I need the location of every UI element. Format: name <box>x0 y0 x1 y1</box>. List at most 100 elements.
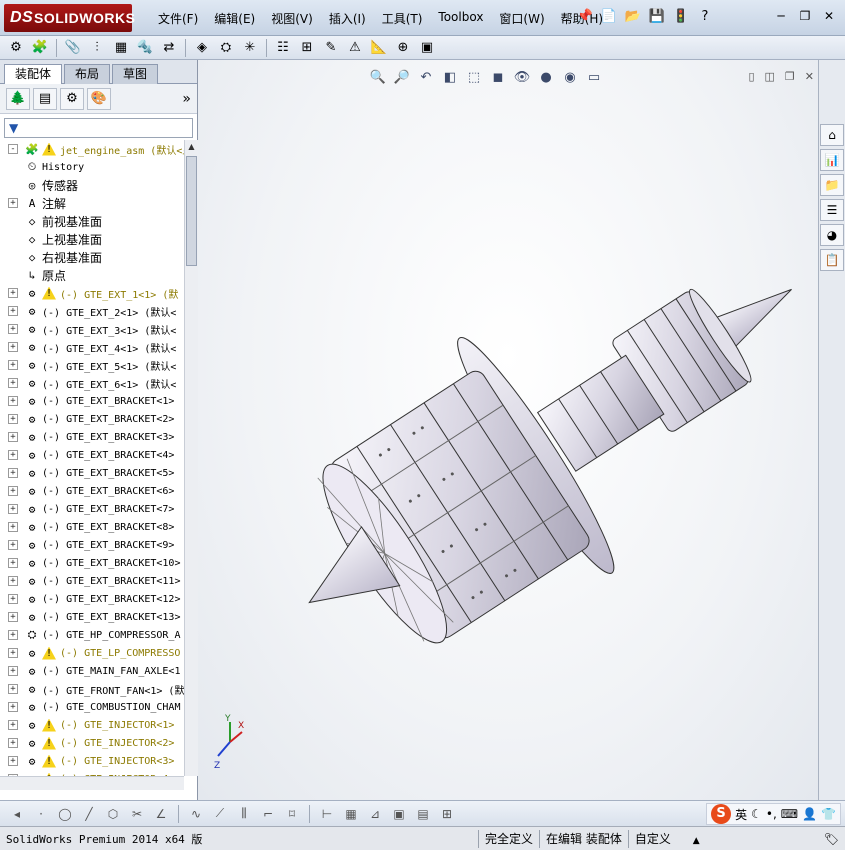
expand-plus-icon[interactable]: + <box>8 432 18 442</box>
menu-window[interactable]: 窗口(W) <box>491 8 552 29</box>
menu-view[interactable]: 视图(V) <box>263 8 321 29</box>
expand-plus-icon[interactable]: + <box>8 648 18 658</box>
expand-plus-icon[interactable]: + <box>8 756 18 766</box>
home-icon[interactable]: ⌂ <box>820 124 844 146</box>
assembly-feature-icon[interactable]: 🧩 <box>30 38 50 58</box>
interference-detection-icon[interactable]: ⚠ <box>345 38 365 58</box>
move-component-icon[interactable]: ⇄ <box>159 38 179 58</box>
menu-tools[interactable]: 工具(T) <box>374 8 431 29</box>
table-icon[interactable]: ⊞ <box>438 805 456 823</box>
tree-row[interactable]: + ⚙ (-) GTE_EXT_BRACKET<12> <box>0 590 184 608</box>
expand-plus-icon[interactable]: + <box>8 558 18 568</box>
clearance-verification-icon[interactable]: 📐 <box>369 38 389 58</box>
rebuild-traffic-light-icon[interactable]: 🚦 <box>671 6 691 26</box>
insert-component-icon[interactable]: ⚙ <box>6 38 26 58</box>
expand-plus-icon[interactable]: + <box>8 720 18 730</box>
tree-row[interactable]: + ⚙ (-) GTE_FRONT_FAN<1> (默 <box>0 680 184 698</box>
scroll-left-icon[interactable]: ◂ <box>8 805 26 823</box>
exploded-view-icon[interactable]: ⊞ <box>297 38 317 58</box>
tree-row[interactable]: + ⚙ (-) GTE_EXT_3<1> (默认< <box>0 320 184 338</box>
tree-row[interactable]: + ⚙ (-) GTE_COMBUSTION_CHAM <box>0 698 184 716</box>
expand-plus-icon[interactable]: + <box>8 594 18 604</box>
expand-plus-icon[interactable]: + <box>8 738 18 748</box>
smart-fasteners-icon[interactable]: 🔩 <box>135 38 155 58</box>
tree-vertical-scrollbar[interactable]: ▲ <box>184 140 198 776</box>
tree-row[interactable]: + ⚙! (-) GTE_INJECTOR<1> <box>0 716 184 734</box>
tree-row[interactable]: + ⚙ (-) GTE_EXT_2<1> (默认< <box>0 302 184 320</box>
relation-icon[interactable]: ⊿ <box>366 805 384 823</box>
expand-plus-icon[interactable]: + <box>8 306 18 316</box>
tree-row[interactable]: + ⚙ (-) GTE_EXT_BRACKET<10> <box>0 554 184 572</box>
ime-moon-icon[interactable]: ☾ <box>751 807 762 821</box>
tree-row[interactable]: + ⚙ (-) GTE_EXT_BRACKET<13> <box>0 608 184 626</box>
corner-rectangle-icon[interactable]: ⌐ <box>259 805 277 823</box>
menu-file[interactable]: 文件(F) <box>150 8 206 29</box>
dimension-icon[interactable]: ⊢ <box>318 805 336 823</box>
expand-plus-icon[interactable]: + <box>8 414 18 424</box>
close-icon[interactable]: ✕ <box>821 8 837 24</box>
mate-icon[interactable]: ⫶ <box>87 38 107 58</box>
graphics-area[interactable]: 🔍 🔎 ↶ ◧ ⬚ ◼ 👁 ● ◉ ▭ ▯ ◫ ❐ ✕ Y X Z <box>198 60 818 800</box>
layout-icon[interactable]: ▤ <box>414 805 432 823</box>
bill-of-materials-icon[interactable]: ☷ <box>273 38 293 58</box>
tree-row[interactable]: ⏲ History <box>0 158 184 176</box>
scrollbar-thumb[interactable] <box>186 156 197 266</box>
tree-row[interactable]: + ⚙! (-) GTE_EXT_1<1> (默 <box>0 284 184 302</box>
construction-icon[interactable]: ⌑ <box>283 805 301 823</box>
expand-plus-icon[interactable]: + <box>8 504 18 514</box>
pin-icon[interactable]: 📌 <box>575 6 595 26</box>
expand-plus-icon[interactable]: + <box>8 396 18 406</box>
tree-row[interactable]: + ⛭ (-) GTE_HP_COMPRESSOR_A <box>0 626 184 644</box>
tab-assembly[interactable]: 装配体 <box>4 64 63 84</box>
expand-plus-icon[interactable]: + <box>8 684 18 694</box>
linear-pattern-icon[interactable]: ▦ <box>111 38 131 58</box>
tree-row[interactable]: + ⚙ (-) GTE_EXT_BRACKET<1> <box>0 392 184 410</box>
mirror-icon[interactable]: ⫼ <box>235 805 253 823</box>
show-hidden-icon[interactable]: ◈ <box>192 38 212 58</box>
ime-punctuation-icon[interactable]: •, <box>766 807 777 821</box>
tree-row[interactable]: + ⚙ (-) GTE_EXT_5<1> (默认< <box>0 356 184 374</box>
tree-row[interactable]: + ⚙! (-) GTE_INJECTOR<2> <box>0 734 184 752</box>
tree-row[interactable]: + ⚙ (-) GTE_EXT_BRACKET<7> <box>0 500 184 518</box>
tab-sketch[interactable]: 草图 <box>112 64 159 84</box>
tab-layout[interactable]: 布局 <box>64 64 111 84</box>
custom-properties-icon[interactable]: 📋 <box>820 249 844 271</box>
expand-plus-icon[interactable]: + <box>8 468 18 478</box>
expand-plus-icon[interactable]: + <box>8 612 18 622</box>
tree-row[interactable]: + ⚙ (-) GTE_MAIN_FAN_AXLE<1 <box>0 662 184 680</box>
tree-row[interactable]: + ⚙ (-) GTE_EXT_BRACKET<3> <box>0 428 184 446</box>
trim-icon[interactable]: ✂ <box>128 805 146 823</box>
ime-user-icon[interactable]: 👤 <box>802 807 817 821</box>
reference-geometry-icon[interactable]: ✳ <box>240 38 260 58</box>
menu-toolbox[interactable]: Toolbox <box>430 8 491 29</box>
open-folder-icon[interactable]: 📂 <box>623 6 643 26</box>
tree-row[interactable]: ◇ 前视基准面 <box>0 212 184 230</box>
circle-icon[interactable]: ◯ <box>56 805 74 823</box>
expand-plus-icon[interactable]: + <box>8 360 18 370</box>
offset-icon[interactable]: ⟋ <box>211 805 229 823</box>
tree-row[interactable]: + ⚙ (-) GTE_EXT_BRACKET<2> <box>0 410 184 428</box>
instant3d-icon[interactable]: ▣ <box>417 38 437 58</box>
expand-plus-icon[interactable]: + <box>8 702 18 712</box>
feature-tree-icon[interactable]: 🌲 <box>6 87 30 110</box>
paperclip-icon[interactable]: 📎 <box>63 38 83 58</box>
expand-plus-icon[interactable]: + <box>8 522 18 532</box>
collapse-minus-icon[interactable]: - <box>8 144 18 154</box>
expand-plus-icon[interactable]: + <box>8 450 18 460</box>
expand-plus-icon[interactable]: + <box>8 342 18 352</box>
tree-row[interactable]: - 🧩! jet_engine_asm (默认<显 <box>0 140 184 158</box>
tree-row[interactable]: + ⚙ (-) GTE_EXT_BRACKET<6> <box>0 482 184 500</box>
display-manager-icon[interactable]: 🎨 <box>87 87 111 110</box>
menu-edit[interactable]: 编辑(E) <box>206 8 263 29</box>
tree-row[interactable]: + ⚙ (-) GTE_EXT_BRACKET<4> <box>0 446 184 464</box>
hole-alignment-icon[interactable]: ⊕ <box>393 38 413 58</box>
tag-icon[interactable]: 🏷 <box>818 830 845 848</box>
minimize-icon[interactable]: ─ <box>773 8 789 24</box>
expand-plus-icon[interactable]: + <box>8 540 18 550</box>
tree-horizontal-scrollbar[interactable] <box>0 776 184 790</box>
grid-icon[interactable]: ▦ <box>342 805 360 823</box>
new-document-icon[interactable]: 📄 <box>599 6 619 26</box>
configuration-manager-icon[interactable]: ⚙ <box>60 87 84 110</box>
solidworks-logo[interactable]: DS SOLIDWORKS <box>4 4 135 32</box>
help-icon[interactable]: ? <box>695 6 715 26</box>
